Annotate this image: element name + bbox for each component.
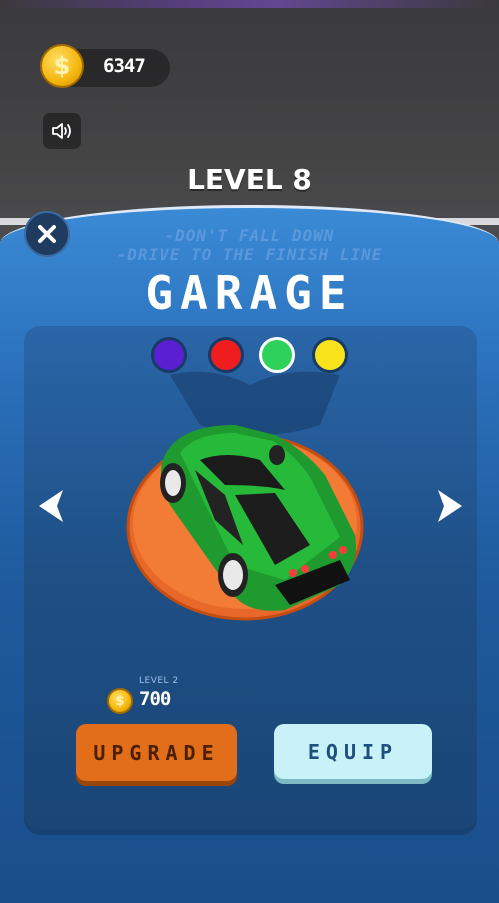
equip-button[interactable]: EQUIP <box>274 724 432 779</box>
close-button[interactable] <box>24 211 70 257</box>
scene-edge <box>0 0 499 8</box>
car-display <box>126 425 364 621</box>
upgrade-cost: 700 <box>139 688 171 710</box>
coin-symbol: $ <box>53 52 71 80</box>
speaker-icon <box>52 123 71 139</box>
garage-title: GARAGE <box>145 266 354 320</box>
upgrade-button-label: UPGRADE <box>93 740 220 765</box>
level-title: LEVEL 8 <box>187 163 312 196</box>
coin-icon: $ <box>107 688 133 714</box>
hint-line-2: -DRIVE TO THE FINISH LINE <box>116 245 383 264</box>
sound-button[interactable] <box>43 113 81 149</box>
coin-icon: $ <box>40 44 84 88</box>
arrow-left-icon[interactable] <box>33 486 73 526</box>
coin-symbol: $ <box>115 693 125 709</box>
upgrade-button[interactable]: UPGRADE <box>76 724 237 781</box>
coin-count: 6347 <box>103 55 146 77</box>
close-icon <box>38 225 56 243</box>
hint-line-1: -DON'T FALL DOWN <box>164 226 335 245</box>
equip-button-label: EQUIP <box>307 739 399 764</box>
arrow-right-icon[interactable] <box>428 486 468 526</box>
upgrade-level-label: LEVEL 2 <box>139 676 179 686</box>
